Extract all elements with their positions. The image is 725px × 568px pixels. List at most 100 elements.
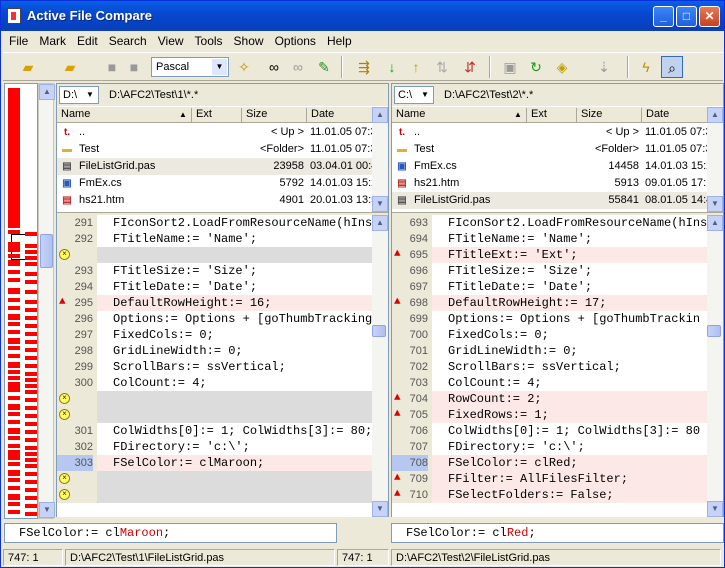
left-col-ext[interactable]: Ext bbox=[192, 108, 242, 123]
menu-file[interactable]: File bbox=[3, 31, 33, 48]
left-file-list-scrollbar[interactable]: ▲ ▼ bbox=[372, 107, 388, 212]
sync-icon[interactable]: ⇶ bbox=[353, 56, 375, 78]
menu-edit[interactable]: Edit bbox=[71, 31, 103, 48]
maximize-button[interactable]: □ bbox=[676, 6, 697, 27]
file-row[interactable]: ▤ hs21.htm 5913 09.01.05 17:14 bbox=[392, 175, 723, 192]
code-line[interactable]: 706 ColWidths[0]:= 1; ColWidths[3]:= 80 bbox=[392, 423, 707, 439]
code-line[interactable]: ▲303FSelColor:= clMaroon; bbox=[57, 455, 372, 471]
open-folder-icon[interactable]: ▰ bbox=[17, 56, 39, 78]
menu-mark[interactable]: Mark bbox=[33, 31, 71, 48]
code-line[interactable]: ▲ 695 FTitleExt:= 'Ext'; bbox=[392, 247, 707, 263]
code-line[interactable]: ▲708FSelColor:= clRed; bbox=[392, 455, 707, 471]
chevron-down-icon[interactable]: ▼ bbox=[212, 59, 227, 75]
code-line[interactable]: × bbox=[57, 391, 372, 407]
sort-icon[interactable]: ⇅ bbox=[431, 56, 453, 78]
code-line[interactable]: 297 FixedCols:= 0; bbox=[57, 327, 372, 343]
left-col-name[interactable]: Name bbox=[57, 108, 192, 123]
code-line[interactable]: 696 FTitleSize:= 'Size'; bbox=[392, 263, 707, 279]
code-line[interactable]: 703 ColCount:= 4; bbox=[392, 375, 707, 391]
title-bar[interactable]: Active File Compare _ □ ✕ bbox=[1, 1, 724, 31]
overview-scrollbar[interactable]: ▲ ▼ bbox=[38, 83, 55, 519]
code-line[interactable]: 694 FTitleName:= 'Name'; bbox=[392, 231, 707, 247]
left-code-scroll-thumb[interactable] bbox=[372, 325, 386, 337]
down-arrow-icon[interactable]: ↓ bbox=[381, 56, 403, 78]
pen-icon[interactable]: ✎ bbox=[313, 56, 335, 78]
code-line[interactable]: 693 FIconSort2.LoadFromResourceName(hIns bbox=[392, 215, 707, 231]
language-select[interactable]: Pascal ▼ bbox=[151, 57, 229, 77]
code-line[interactable]: 700 FixedCols:= 0; bbox=[392, 327, 707, 343]
file-row[interactable]: ▣ FmEx.cs 5792 14.01.03 15:23 bbox=[57, 175, 388, 192]
overview-scroll-thumb[interactable] bbox=[40, 234, 53, 268]
lightning-icon[interactable]: ϟ bbox=[635, 56, 657, 78]
chevron-down-icon[interactable]: ▼ bbox=[418, 88, 432, 102]
binoculars-icon[interactable]: ∞ bbox=[263, 56, 285, 78]
save-all-icon[interactable]: ■ bbox=[123, 56, 145, 78]
scroll-down-icon[interactable]: ▼ bbox=[372, 196, 388, 212]
right-code-scrollbar[interactable]: ▲ ▼ bbox=[707, 215, 723, 517]
refresh-icon[interactable]: ↻ bbox=[525, 56, 547, 78]
binoculars-icon[interactable]: ∞ bbox=[287, 56, 309, 78]
code-line[interactable]: ▲ 710 FSelectFolders:= False; bbox=[392, 487, 707, 503]
scroll-up-icon[interactable]: ▲ bbox=[39, 84, 55, 100]
disk-icon[interactable]: ▣ bbox=[499, 56, 521, 78]
code-line[interactable]: 294 FTitleDate:= 'Date'; bbox=[57, 279, 372, 295]
left-col-size[interactable]: Size bbox=[242, 108, 307, 123]
code-line[interactable]: 296 Options:= Options + [goThumbTracking, bbox=[57, 311, 372, 327]
left-code-view[interactable]: 291 FIconSort2.LoadFromResourceName(hInst… bbox=[57, 215, 372, 517]
code-line[interactable]: ▲ 295 DefaultRowHeight:= 16; bbox=[57, 295, 372, 311]
code-line[interactable]: 701 GridLineWidth:= 0; bbox=[392, 343, 707, 359]
code-line[interactable]: 707 FDirectory:= 'c:\'; bbox=[392, 439, 707, 455]
minimize-button[interactable]: _ bbox=[653, 6, 674, 27]
file-row[interactable]: ▣ FmEx.cs 14458 14.01.03 15:23 bbox=[392, 158, 723, 175]
file-row[interactable]: t... < Up >11.01.05 07:39 bbox=[392, 124, 723, 141]
filter-icon[interactable]: ◈ bbox=[551, 56, 573, 78]
open-folder-icon[interactable]: ▰ bbox=[59, 56, 81, 78]
code-line[interactable]: 302 FDirectory:= 'c:\'; bbox=[57, 439, 372, 455]
code-line[interactable]: × bbox=[57, 247, 372, 263]
code-line[interactable]: 702 ScrollBars:= ssVertical; bbox=[392, 359, 707, 375]
right-code-view[interactable]: 693 FIconSort2.LoadFromResourceName(hIns 6… bbox=[392, 215, 707, 517]
right-edit-line[interactable]: FSelColor:= clRed; bbox=[391, 523, 724, 543]
code-line[interactable]: ▲ 709 FFilter:= AllFilesFilter; bbox=[392, 471, 707, 487]
right-col-size[interactable]: Size bbox=[577, 108, 642, 123]
scroll-up-icon[interactable]: ▲ bbox=[707, 107, 723, 123]
close-button[interactable]: ✕ bbox=[699, 6, 720, 27]
menu-options[interactable]: Options bbox=[269, 31, 321, 48]
code-line[interactable]: × bbox=[57, 487, 372, 503]
scroll-down-icon[interactable]: ▼ bbox=[707, 196, 723, 212]
code-line[interactable]: × bbox=[57, 407, 372, 423]
scroll-down-icon[interactable]: ▼ bbox=[707, 501, 723, 517]
file-row[interactable]: ▤ FileListGrid.pas 55841 08.01.05 14:48 bbox=[392, 192, 723, 209]
menu-view[interactable]: View bbox=[152, 31, 189, 48]
code-line[interactable]: 298 GridLineWidth:= 0; bbox=[57, 343, 372, 359]
code-line[interactable]: 699 Options:= Options + [goThumbTrackin bbox=[392, 311, 707, 327]
file-row[interactable]: t... < Up >11.01.05 07:39 bbox=[57, 124, 388, 141]
right-file-list-scrollbar[interactable]: ▲ ▼ bbox=[707, 107, 723, 212]
right-drive-select[interactable]: C:\ ▼ bbox=[394, 86, 434, 104]
file-row[interactable]: ▤ FileListGrid.pas 23958 03.04.01 00:46 bbox=[57, 158, 388, 175]
left-code-scrollbar[interactable]: ▲ ▼ bbox=[372, 215, 388, 517]
up-arrow-icon[interactable]: ↑ bbox=[405, 56, 427, 78]
scroll-down-icon[interactable]: ▼ bbox=[39, 502, 55, 518]
code-line[interactable]: ▲ 704 RowCount:= 2; bbox=[392, 391, 707, 407]
right-code-scroll-thumb[interactable] bbox=[707, 325, 721, 337]
left-edit-line[interactable]: FSelColor:= clMaroon; bbox=[4, 523, 337, 543]
chevron-down-icon[interactable]: ▼ bbox=[83, 88, 97, 102]
code-line[interactable]: 299 ScrollBars:= ssVertical; bbox=[57, 359, 372, 375]
scroll-up-icon[interactable]: ▲ bbox=[707, 215, 723, 231]
compare-folder-icon[interactable]: ✧ bbox=[233, 56, 255, 78]
scroll-down-icon[interactable]: ▼ bbox=[372, 501, 388, 517]
menu-show[interactable]: Show bbox=[228, 31, 269, 48]
file-row[interactable]: ▬ Test <Folder> 11.01.05 07:33 bbox=[57, 141, 388, 158]
diff-overview-map[interactable] bbox=[4, 83, 38, 519]
code-line[interactable]: ▲ 698 DefaultRowHeight:= 17; bbox=[392, 295, 707, 311]
code-line[interactable]: 300 ColCount:= 4; bbox=[57, 375, 372, 391]
right-col-name[interactable]: Name bbox=[392, 108, 527, 123]
code-line[interactable]: ▲ 705 FixedRows:= 1; bbox=[392, 407, 707, 423]
menu-search[interactable]: Search bbox=[103, 31, 152, 48]
left-drive-select[interactable]: D:\ ▼ bbox=[59, 86, 99, 104]
search-file-icon[interactable]: ⌕ bbox=[661, 56, 683, 78]
scroll-up-icon[interactable]: ▲ bbox=[372, 107, 388, 123]
sort-icon[interactable]: ⇵ bbox=[459, 56, 481, 78]
save-icon[interactable]: ■ bbox=[101, 56, 123, 78]
